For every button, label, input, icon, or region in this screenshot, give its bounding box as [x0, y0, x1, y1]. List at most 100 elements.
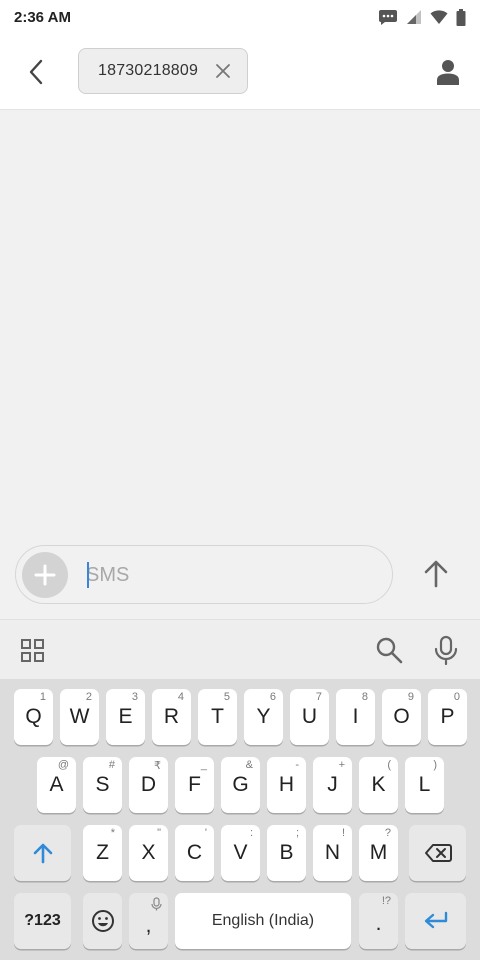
key-label: S: [95, 773, 110, 796]
key-hint: ': [204, 827, 207, 839]
key-t[interactable]: T5: [198, 689, 237, 745]
key-hint: -: [295, 759, 299, 771]
key-hint: ?: [384, 827, 391, 839]
key-e[interactable]: E3: [106, 689, 145, 745]
send-button[interactable]: [415, 553, 457, 595]
key-u[interactable]: U7: [290, 689, 329, 745]
symbols-label: ?123: [24, 912, 61, 929]
keyboard: Q1 W2 E3 R4 T5 Y6 U7 I8 O9 P0 A @ S # D ₹ F…: [0, 679, 480, 960]
key-hint: 9: [407, 691, 414, 703]
wifi-icon: [430, 10, 448, 24]
comma-key[interactable]: ,: [129, 893, 168, 949]
key-label: U: [301, 705, 318, 728]
key-m[interactable]: M?: [359, 825, 398, 881]
key-d[interactable]: D ₹: [129, 757, 168, 813]
message-thread: [0, 110, 480, 542]
key-hint: 5: [223, 691, 230, 703]
key-label: B: [279, 841, 294, 864]
period-key[interactable]: . !?: [359, 893, 398, 949]
key-hint: 3: [131, 691, 138, 703]
mic-hint-icon: [151, 897, 162, 911]
close-icon[interactable]: [215, 63, 231, 79]
plus-icon: [34, 564, 56, 586]
sms-input[interactable]: [86, 556, 376, 594]
key-label: J: [327, 773, 338, 796]
key-a[interactable]: A @: [37, 757, 76, 813]
key-z[interactable]: Z *: [83, 825, 122, 881]
key-label: K: [371, 773, 386, 796]
key-hint: ₹: [154, 760, 161, 772]
key-label: I: [352, 705, 359, 728]
backspace-key[interactable]: [409, 825, 466, 881]
key-hint: 0: [453, 691, 460, 703]
back-arrow-icon: [29, 59, 43, 85]
emoji-key[interactable]: [83, 893, 122, 949]
key-hint: ;: [295, 827, 299, 839]
key-hint: @: [57, 759, 69, 771]
text-cursor: [87, 562, 89, 588]
space-key[interactable]: English (India): [175, 893, 351, 949]
key-hint: ): [433, 759, 437, 771]
key-f[interactable]: F _: [175, 757, 214, 813]
status-icons: [378, 8, 466, 26]
key-y[interactable]: Y6: [244, 689, 283, 745]
keyboard-toolbar: [0, 619, 480, 679]
key-n[interactable]: N!: [313, 825, 352, 881]
key-s[interactable]: S #: [83, 757, 122, 813]
key-hint: !: [341, 827, 345, 839]
emoji-icon: [91, 910, 114, 932]
backspace-icon: [424, 844, 452, 862]
key-label: E: [118, 705, 133, 728]
key-c[interactable]: C ': [175, 825, 214, 881]
key-hint: #: [108, 759, 115, 771]
key-p[interactable]: P0: [428, 689, 467, 745]
key-i[interactable]: I8: [336, 689, 375, 745]
key-hint: 8: [361, 691, 368, 703]
conversation-header: 18730218809: [0, 34, 480, 110]
key-x[interactable]: X ": [129, 825, 168, 881]
key-label: X: [141, 841, 156, 864]
key-hint: +: [338, 759, 345, 771]
shift-key[interactable]: [14, 825, 71, 881]
key-hint: &: [245, 759, 253, 771]
key-h[interactable]: H-: [267, 757, 306, 813]
compose-bar: [15, 545, 393, 604]
status-time: 2:36 AM: [14, 8, 71, 26]
back-button[interactable]: [16, 52, 56, 92]
space-label: English (India): [211, 912, 315, 929]
key-r[interactable]: R4: [152, 689, 191, 745]
key-label: G: [232, 773, 249, 796]
key-b[interactable]: B;: [267, 825, 306, 881]
key-o[interactable]: O9: [382, 689, 421, 745]
grid-icon[interactable]: [20, 638, 46, 664]
key-label: W: [69, 705, 90, 728]
recipient-number: 18730218809: [98, 62, 199, 79]
key-j[interactable]: J +: [313, 757, 352, 813]
key-w[interactable]: W2: [60, 689, 99, 745]
enter-key[interactable]: [405, 893, 466, 949]
message-notification-icon: [379, 10, 397, 25]
key-label: O: [393, 705, 410, 728]
key-label: F: [188, 773, 201, 796]
key-v[interactable]: V:: [221, 825, 260, 881]
recipient-chip[interactable]: 18730218809: [78, 48, 248, 94]
key-label: V: [233, 841, 248, 864]
key-hint: 4: [177, 691, 184, 703]
key-label: H: [278, 773, 295, 796]
mic-icon[interactable]: [432, 635, 460, 665]
attach-button[interactable]: [22, 552, 68, 598]
key-hint: 6: [269, 691, 276, 703]
key-label: N: [324, 841, 341, 864]
key-q[interactable]: Q1: [14, 689, 53, 745]
symbols-key[interactable]: ?123: [14, 893, 71, 949]
key-label: A: [49, 773, 64, 796]
contact-button[interactable]: [430, 52, 466, 92]
search-icon[interactable]: [375, 636, 403, 664]
key-g[interactable]: G &: [221, 757, 260, 813]
key-hint: :: [249, 827, 253, 839]
key-k[interactable]: K(: [359, 757, 398, 813]
key-hint: 7: [315, 691, 322, 703]
key-hint: 1: [39, 691, 46, 703]
key-l[interactable]: L): [405, 757, 444, 813]
key-label: C: [186, 841, 203, 864]
